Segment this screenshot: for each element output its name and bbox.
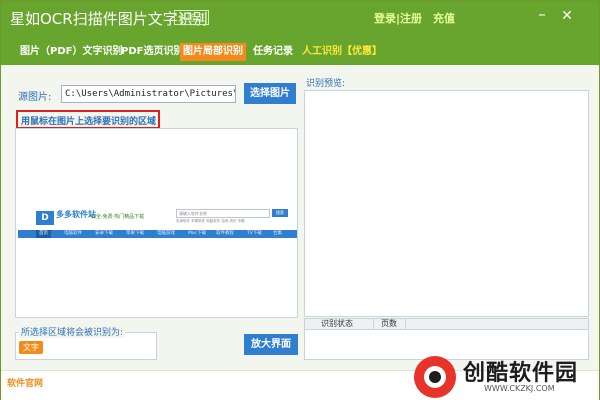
source-path-input[interactable]: C:\Users\Administrator\Pictures\微 (61, 85, 236, 103)
source-image-label: 源图片: (18, 92, 52, 103)
column-divider (405, 319, 406, 329)
official-website-link[interactable]: 软件官网 (7, 376, 43, 389)
site-top-links: 安卓软件 苹果软件 电脑软件 游戏 资讯 专题 (176, 219, 245, 223)
site-nav-item: 合集 (273, 231, 282, 236)
tab-bar: 图片（PDF）文字识别 PDF选页识别 图片局部识别 任务记录 人工识别【优惠】 (1, 35, 599, 65)
site-search-button: 搜索 (272, 209, 288, 217)
site-nav-bar: 首页 电脑软件 安卓下载 苹果下载 电脑游戏 Mac下载 软件教程 TV下载 合… (18, 230, 297, 238)
site-name: 多多软件站 (56, 210, 96, 219)
region-hint-highlight: 用鼠标在图片上选择要识别的区域 (16, 110, 160, 129)
site-nav-item: 电脑游戏 (157, 231, 175, 236)
site-nav-item: 电脑软件 (64, 231, 82, 236)
preview-textarea[interactable] (304, 90, 589, 317)
title-bar: 星如OCR扫描件图片文字识别 未验证 登录|注册 充值 – ✕ (1, 1, 599, 35)
site-nav-item: Mac下载 (188, 231, 207, 236)
recognize-as-text-option[interactable]: 文字 (19, 341, 43, 354)
region-hint-text: 用鼠标在图片上选择要识别的区域 (21, 117, 157, 127)
column-divider (373, 319, 374, 329)
watermark-logo-dot (429, 371, 441, 383)
site-tagline: 安全·免费·热门精品下载 (91, 214, 145, 220)
recognize-as-label: 所选择区域将会被识别为: (19, 325, 126, 338)
tab-image-pdf-ocr[interactable]: 图片（PDF）文字识别 (17, 43, 125, 61)
site-nav-item: 苹果下载 (126, 231, 144, 236)
site-nav-item: TV下载 (247, 231, 262, 236)
column-header-pages[interactable]: 页数 (381, 319, 397, 329)
tab-pdf-page-ocr[interactable]: PDF选页识别 (118, 43, 186, 61)
login-register-button[interactable]: 登录|注册 (374, 10, 422, 26)
column-header-status[interactable]: 识别状态 (321, 319, 353, 329)
version-badge: 未验证 (174, 10, 210, 25)
tab-image-region-ocr[interactable]: 图片局部识别 (180, 43, 246, 61)
image-canvas[interactable]: D 多多软件站 安全·免费·热门精品下载 请输入软件名称 搜索 安卓软件 苹果软… (15, 128, 298, 318)
site-nav-item: 软件教程 (216, 231, 234, 236)
watermark-title: 创酷软件园 (463, 361, 579, 386)
tab-task-history[interactable]: 任务记录 (250, 43, 296, 61)
tab-manual-ocr[interactable]: 人工识别【优惠】 (299, 43, 385, 61)
status-table-header: 识别状态 页数 (304, 318, 589, 330)
select-image-button[interactable]: 选择图片 (244, 83, 296, 104)
app-window: 星如OCR扫描件图片文字识别 未验证 登录|注册 充值 – ✕ 图片（PDF）文… (0, 0, 600, 400)
preview-label: 识别预览: (306, 79, 346, 89)
recharge-button[interactable]: 充值 (433, 10, 455, 26)
site-logo-icon: D (36, 211, 54, 225)
watermark-url: WWW.CKZKJ.COM (484, 384, 555, 393)
minimize-icon[interactable]: – (532, 7, 552, 25)
close-icon[interactable]: ✕ (557, 7, 577, 25)
watermark-logo-icon (414, 356, 456, 398)
site-nav-item: 安卓下载 (95, 231, 113, 236)
site-nav-item: 首页 (36, 230, 51, 238)
zoom-ui-button[interactable]: 放大界面 (244, 334, 298, 355)
site-search-box: 请输入软件名称 (176, 209, 270, 218)
